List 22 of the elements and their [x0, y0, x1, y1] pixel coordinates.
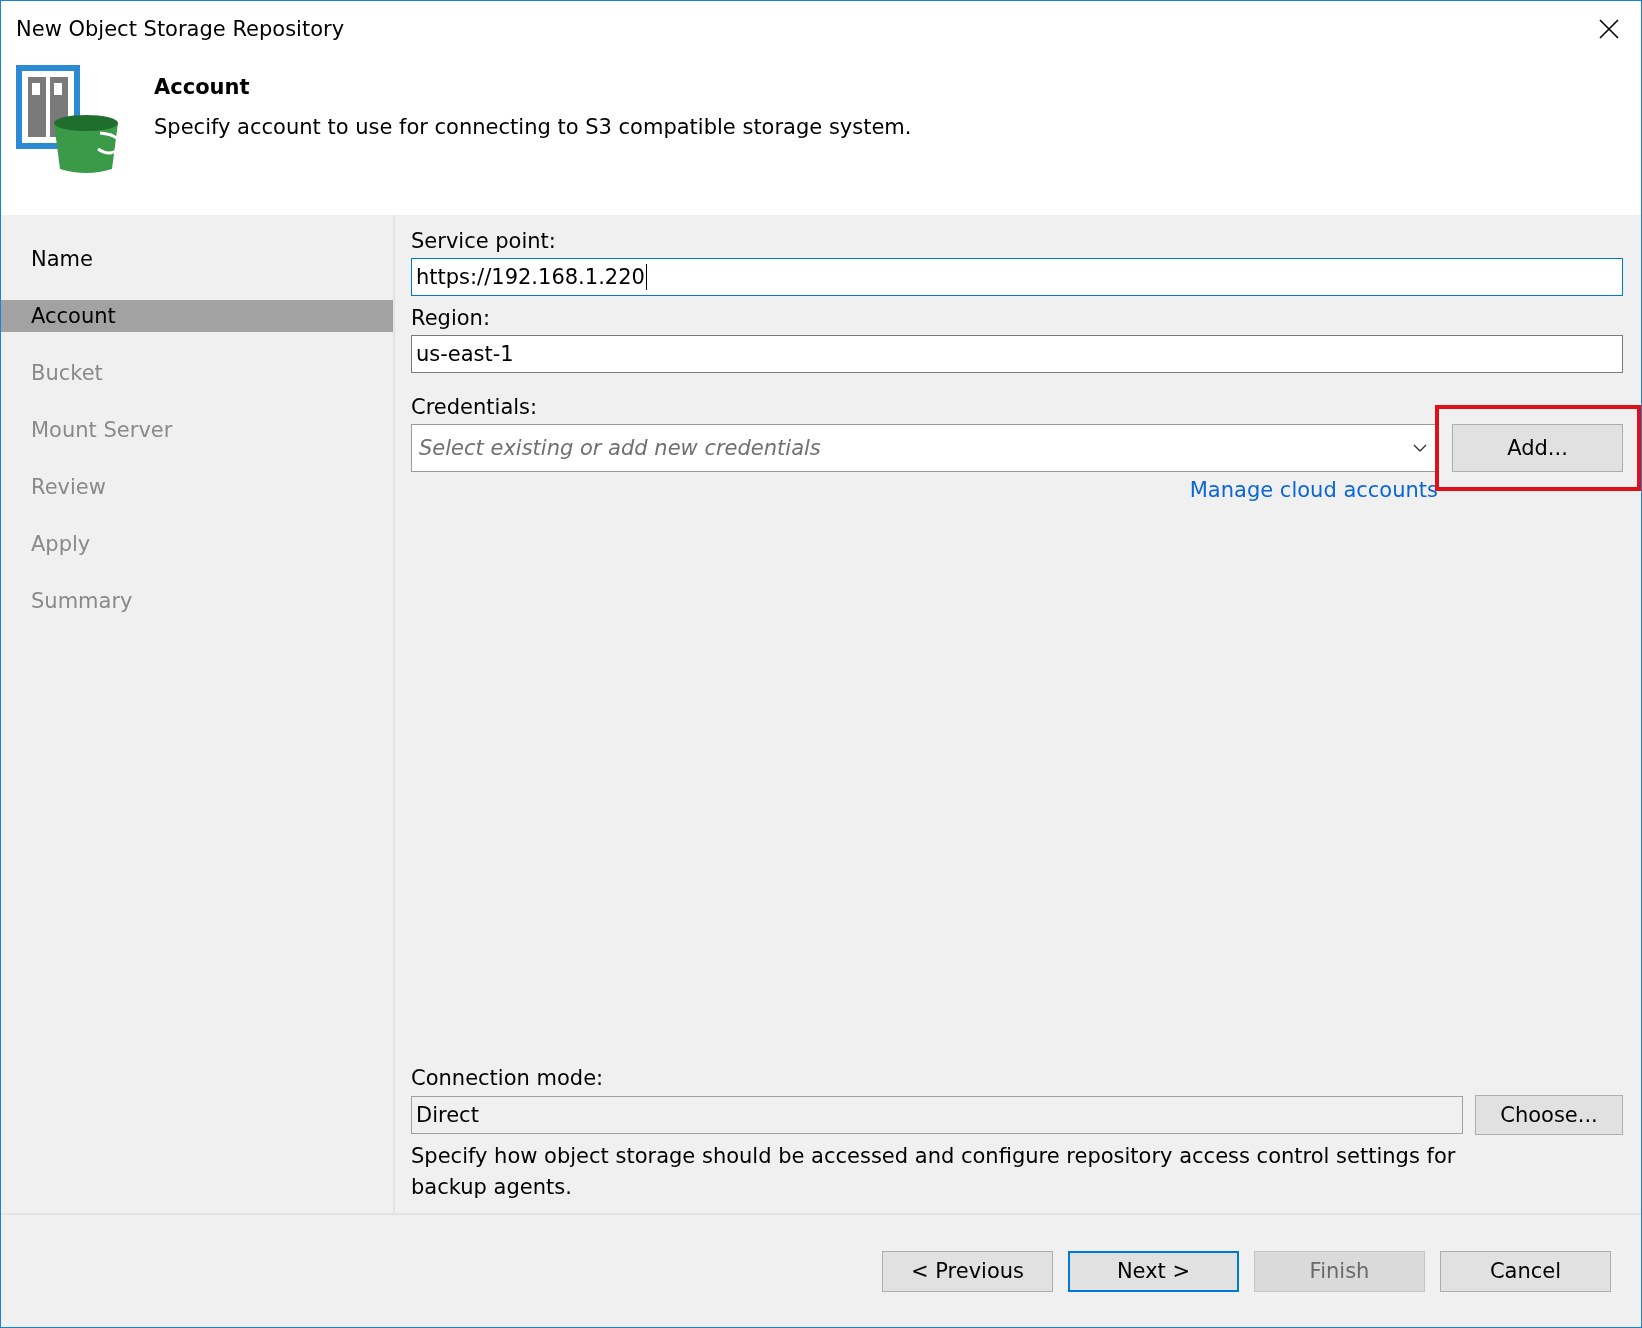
page-title: Account	[154, 75, 251, 99]
choose-button[interactable]: Choose...	[1475, 1095, 1623, 1135]
service-point-field[interactable]: https://192.168.1.220	[411, 258, 1623, 296]
credentials-dropdown[interactable]: Select existing or add new credentials	[411, 424, 1438, 472]
wizard-step[interactable]: Account	[1, 300, 393, 332]
field-label: Service point:	[411, 229, 557, 253]
page-subtitle: Specify account to use for connecting to S3 compatible storage system.	[154, 115, 912, 139]
field-label: Connection mode:	[411, 1066, 605, 1090]
add-button[interactable]: Add...	[1452, 424, 1623, 472]
field-label: Credentials:	[411, 395, 539, 419]
field-label: Region:	[411, 306, 491, 330]
wizard-button[interactable]: Next >	[1068, 1250, 1239, 1292]
description-text: Specify how object storage should be accessed and configure repository access control settings for backup agents.	[411, 1143, 1457, 1201]
connection-mode-field: Direct	[411, 1096, 1463, 1134]
manage-accounts-link[interactable]: Manage cloud accounts	[1189, 478, 1438, 502]
close-icon[interactable]	[1599, 19, 1619, 39]
wizard-button[interactable]: < Previous	[882, 1250, 1053, 1292]
chevron-down-icon	[1413, 444, 1427, 452]
wizard-button[interactable]: Cancel	[1440, 1250, 1611, 1292]
wizard-step[interactable]: Name	[1, 243, 393, 275]
region-field[interactable]: us-east-1	[411, 335, 1623, 373]
window-title: New Object Storage Repository	[16, 17, 345, 41]
